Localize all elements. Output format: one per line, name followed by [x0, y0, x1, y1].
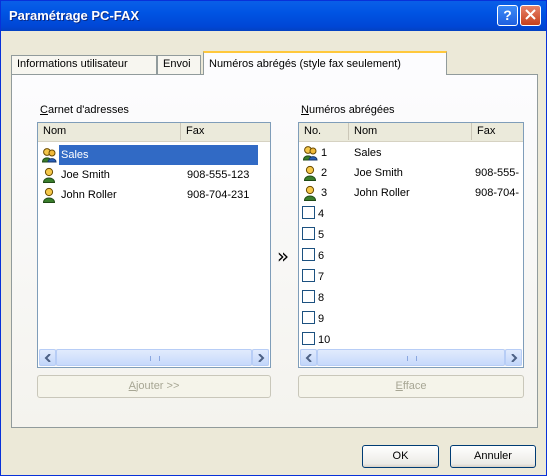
speed-dial-number: 2: [321, 167, 328, 179]
person-icon: [303, 165, 317, 181]
close-button[interactable]: [520, 5, 541, 26]
empty-slot-checkbox[interactable]: [302, 206, 315, 219]
tab-send[interactable]: Envoi: [157, 55, 201, 74]
speed-dial-number: 3: [321, 187, 328, 199]
speed-dial-list[interactable]: No. Nom Fax 1 Sales 2 Joe Smith 908-555-…: [298, 122, 524, 368]
speed-dial-number: 9: [318, 313, 325, 325]
ok-button[interactable]: OK: [362, 445, 439, 468]
scroll-thumb[interactable]: [317, 349, 505, 366]
tab-user-info[interactable]: Informations utilisateur: [11, 55, 157, 74]
person-icon: [42, 187, 56, 203]
chevron-right-icon: [510, 354, 517, 362]
speed-dial-number: 6: [318, 250, 325, 262]
contact-name: John Roller: [354, 187, 410, 199]
window-title: Paramétrage PC-FAX: [9, 8, 140, 23]
speed-dial-row[interactable]: 9: [300, 309, 522, 330]
contact-name: Joe Smith: [61, 169, 110, 181]
empty-slot-checkbox[interactable]: [302, 269, 315, 282]
column-header-name[interactable]: Nom: [38, 123, 181, 140]
add-button[interactable]: Ajouter >>: [37, 375, 271, 398]
contact-fax: 908-555-: [475, 167, 520, 179]
empty-slot-checkbox[interactable]: [302, 311, 315, 324]
list-item[interactable]: Sales: [39, 145, 259, 165]
speed-dial-number: 7: [318, 271, 325, 283]
tab-panel: Carnet d'adresses Nom Fax Sales Joe Smit…: [11, 74, 538, 428]
speed-dial-row[interactable]: 6: [300, 246, 522, 267]
close-icon: [525, 9, 536, 20]
tab-speed-dial[interactable]: Numéros abrégés (style fax seulement): [203, 51, 447, 75]
question-mark-icon: ?: [503, 7, 512, 23]
speed-dial-row[interactable]: 3 John Roller 908-704-: [300, 184, 522, 204]
contact-name: Sales: [354, 147, 382, 159]
contact-fax: 908-704-: [475, 187, 520, 199]
speed-dial-row[interactable]: 10: [300, 330, 522, 351]
speed-dial-label: Numéros abrégées: [301, 104, 395, 116]
scroll-thumb[interactable]: [56, 349, 252, 366]
speed-dial-row[interactable]: 7: [300, 267, 522, 288]
contact-fax: 908-555-123: [187, 169, 250, 181]
column-header-fax[interactable]: Fax: [472, 123, 523, 140]
scroll-right-button[interactable]: [505, 349, 522, 366]
tab-label: Envoi: [163, 58, 191, 70]
empty-slot-checkbox[interactable]: [302, 332, 315, 345]
column-header-name[interactable]: Nom: [349, 123, 472, 140]
contact-name: Joe Smith: [354, 167, 403, 179]
speed-dial-number: 8: [318, 292, 325, 304]
speed-dial-number: 5: [318, 229, 325, 241]
empty-slot-checkbox[interactable]: [302, 227, 315, 240]
contact-name: John Roller: [61, 189, 117, 201]
speed-dial-row[interactable]: 4: [300, 204, 522, 225]
chevron-left-icon: [44, 354, 51, 362]
speed-dial-row[interactable]: 1 Sales: [300, 144, 522, 164]
speed-dial-number: 4: [318, 208, 325, 220]
speed-dial-row[interactable]: 8: [300, 288, 522, 309]
empty-slot-checkbox[interactable]: [302, 248, 315, 261]
grip-icon: [150, 356, 160, 361]
scroll-left-button[interactable]: [300, 349, 317, 366]
cancel-button[interactable]: Annuler: [450, 445, 536, 468]
group-icon: [302, 146, 318, 161]
speed-dial-number: 1: [321, 147, 328, 159]
title-bar[interactable]: Paramétrage PC-FAX ?: [1, 1, 546, 31]
list-item[interactable]: John Roller 908-704-231: [39, 185, 269, 205]
address-book-list[interactable]: Nom Fax Sales Joe Smith 908-555-123 John…: [37, 122, 271, 368]
tab-label: Numéros abrégés (style fax seulement): [209, 58, 401, 70]
delete-button[interactable]: Efface: [298, 375, 524, 398]
help-button[interactable]: ?: [497, 5, 518, 26]
person-icon: [42, 167, 56, 183]
list-header: Nom Fax: [38, 123, 270, 142]
address-book-label: Carnet d'adresses: [40, 104, 129, 116]
chevron-left-icon: [305, 354, 312, 362]
horizontal-scrollbar[interactable]: [39, 349, 269, 366]
person-icon: [303, 185, 317, 201]
contact-fax: 908-704-231: [187, 189, 250, 201]
contact-name: Sales: [61, 149, 89, 161]
column-header-no[interactable]: No.: [299, 123, 349, 140]
scroll-left-button[interactable]: [39, 349, 56, 366]
grip-icon: [407, 356, 417, 361]
speed-dial-row[interactable]: 5: [300, 225, 522, 246]
speed-dial-number: 10: [318, 334, 331, 346]
chevron-right-icon: [257, 354, 264, 362]
tab-label: Informations utilisateur: [17, 58, 128, 70]
horizontal-scrollbar[interactable]: [300, 349, 522, 366]
pc-fax-settings-window: Paramétrage PC-FAX ? Informations utilis…: [0, 0, 547, 476]
transfer-arrow-icon[interactable]: »: [270, 244, 296, 268]
group-icon: [41, 148, 57, 163]
empty-slot-checkbox[interactable]: [302, 290, 315, 303]
list-header: No. Nom Fax: [299, 123, 523, 142]
column-header-fax[interactable]: Fax: [181, 123, 270, 140]
speed-dial-row[interactable]: 2 Joe Smith 908-555-: [300, 164, 522, 184]
list-item[interactable]: Joe Smith 908-555-123: [39, 165, 269, 185]
scroll-right-button[interactable]: [252, 349, 269, 366]
